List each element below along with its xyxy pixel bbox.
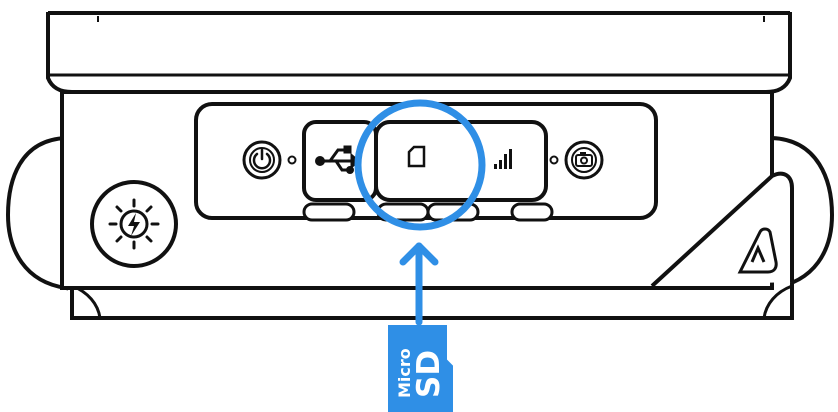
- power-button[interactable]: [242, 140, 282, 180]
- card-label-sd: SD: [411, 350, 447, 398]
- device-diagram: Micro SD: [5, 11, 835, 412]
- microsd-card: Micro SD: [388, 325, 453, 412]
- sd-card-slot[interactable]: [374, 120, 548, 202]
- left-side-bumper: [5, 135, 68, 291]
- power-led: [287, 155, 297, 165]
- camera-button[interactable]: [564, 140, 604, 180]
- camera-led: [549, 155, 559, 165]
- flash-button[interactable]: [90, 180, 178, 268]
- flash-icon: [108, 198, 160, 250]
- device-lid: [46, 12, 792, 94]
